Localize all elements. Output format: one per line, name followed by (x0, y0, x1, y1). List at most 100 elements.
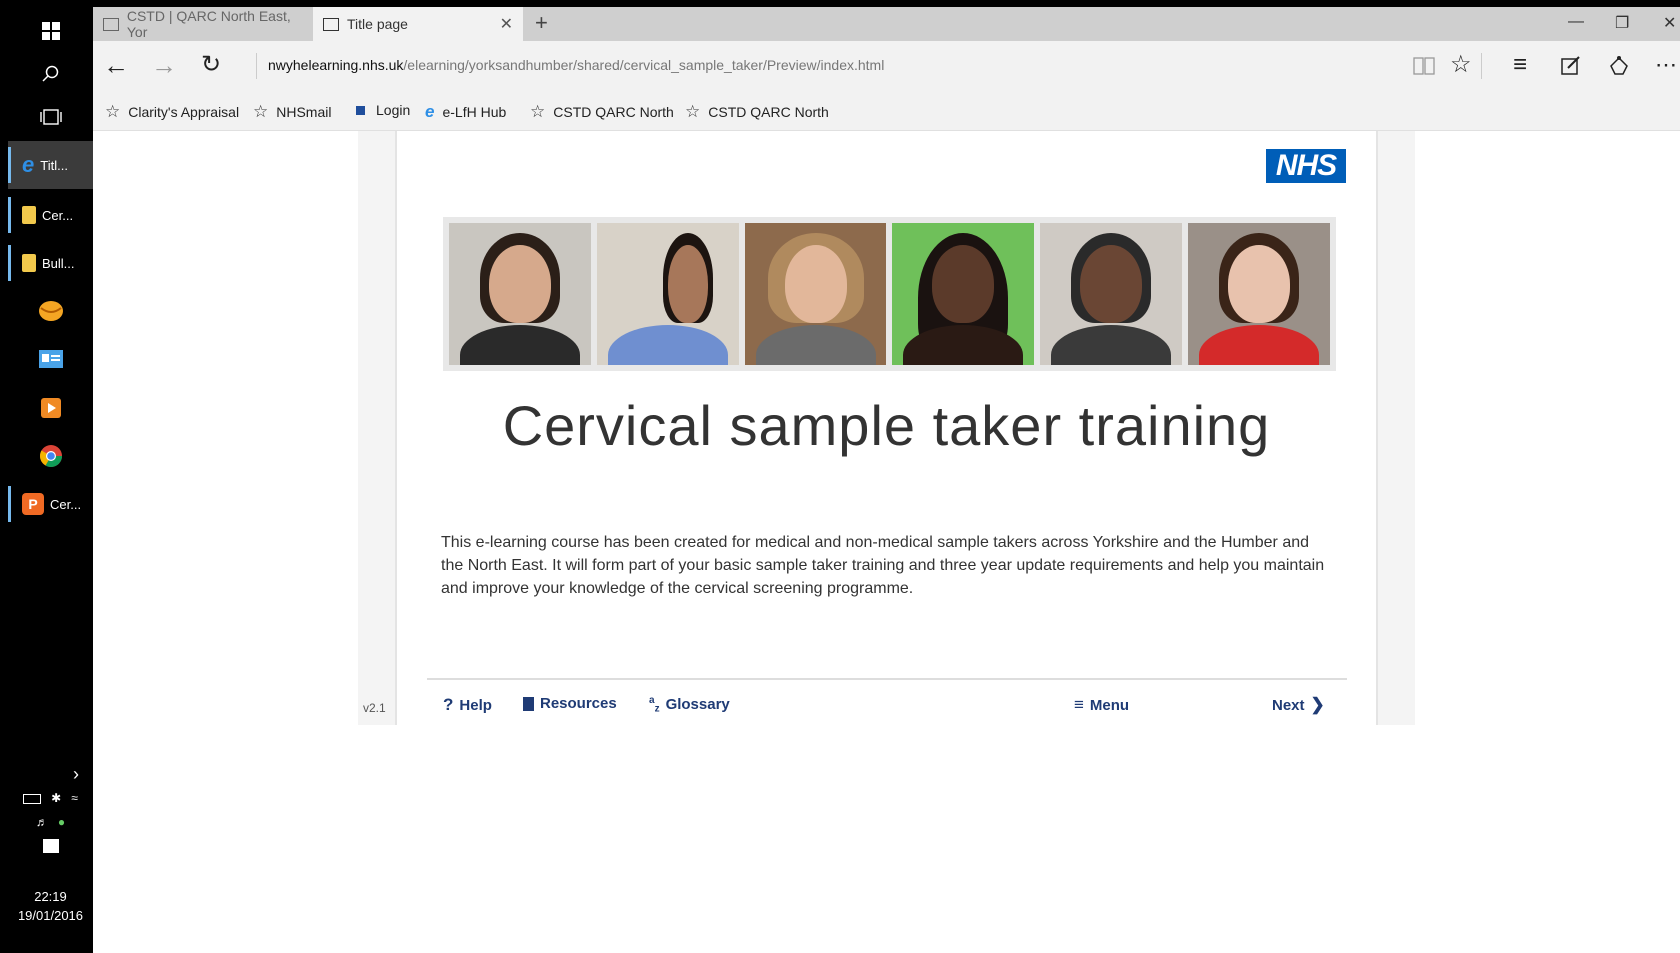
chevron-right-icon: ❯ (1310, 695, 1325, 714)
favorite-label: e-LfH Hub (442, 104, 507, 120)
course-page: NHS Cervical sample taker training This … (363, 131, 1378, 725)
back-button[interactable]: ← (103, 51, 129, 79)
share-button[interactable] (1608, 53, 1630, 81)
reading-view-button[interactable] (1413, 53, 1435, 81)
photo-woman-6 (1188, 223, 1330, 365)
tray-row-1: ✱ ≈ (8, 791, 93, 805)
nhs-logo: NHS (1266, 149, 1346, 183)
close-window-button[interactable]: ✕ (1663, 13, 1676, 33)
new-tab-button[interactable]: + (535, 10, 548, 36)
photo-woman-5 (1040, 223, 1183, 365)
photo-woman-1 (449, 223, 591, 365)
favorite-label: CSTD QARC North (708, 104, 829, 120)
id-card-app-icon (38, 350, 63, 368)
tab-label: CSTD | QARC North East, Yor (126, 8, 291, 40)
footer-divider (427, 678, 1347, 680)
tray-expand[interactable]: › (8, 764, 93, 785)
favorite-item[interactable]: ☆ Clarity's Appraisal (105, 102, 239, 122)
favorite-item[interactable]: ☆ CSTD QARC North (530, 102, 674, 122)
screen-frame-left (0, 0, 8, 953)
taskbar-clock[interactable]: 22:19 19/01/2016 (8, 887, 93, 925)
divider (256, 53, 257, 79)
navigation-bar: ← → ↻ nwyhelearning.nhs.uk/elearning/yor… (93, 41, 1680, 91)
media-player-icon (40, 398, 61, 418)
more-button[interactable]: ⋯ (1655, 51, 1677, 79)
ellipsis-icon: ⋯ (1655, 52, 1677, 77)
search-button[interactable] (8, 50, 93, 98)
next-button[interactable]: Next ❯ (1272, 695, 1325, 715)
wifi-icon[interactable]: ≈ (71, 791, 78, 805)
divider (1481, 53, 1482, 79)
hub-button[interactable]: ≡ (1513, 51, 1527, 79)
windows-logo-icon (41, 22, 60, 40)
edge-icon: e (22, 152, 35, 177)
resources-label: Resources (540, 695, 617, 712)
address-bar[interactable]: nwyhelearning.nhs.uk/elearning/yorksandh… (268, 57, 884, 73)
browser-tab-strip: CSTD | QARC North East, Yor Title page ✕… (93, 7, 1680, 41)
favorite-item[interactable]: e e-LfH Hub (425, 102, 506, 122)
clock-time: 22:19 (34, 889, 67, 904)
favorite-button[interactable]: ☆ (1450, 51, 1472, 79)
taskbar: e Titl... Cer... Bull... P Cer... › ✱ ≈ … (8, 7, 93, 953)
taskbar-pinned-mail[interactable] (8, 287, 93, 335)
minimize-button[interactable]: — (1568, 13, 1584, 31)
glossary-button[interactable]: az Glossary (649, 695, 730, 714)
question-icon: ? (443, 695, 454, 714)
tab-cstd[interactable]: CSTD | QARC North East, Yor (93, 7, 313, 41)
menu-label: Menu (1089, 696, 1130, 714)
volume-icon[interactable]: ♬ (36, 815, 48, 829)
refresh-button[interactable]: ↻ (201, 51, 221, 79)
web-note-button[interactable] (1561, 53, 1581, 81)
favorite-item[interactable]: ☆ NHSmail (253, 102, 331, 122)
hamburger-icon: ≡ (1074, 695, 1084, 714)
forward-button[interactable]: → (151, 51, 177, 79)
taskbar-app-explorer-1[interactable]: Cer... (8, 191, 93, 239)
hub-icon: ≡ (1513, 51, 1528, 78)
taskbar-app-label: Titl... (40, 157, 68, 173)
document-icon (523, 696, 534, 711)
resources-button[interactable]: Resources (523, 695, 617, 712)
address-host: nwyhelearning.nhs.uk (268, 57, 404, 73)
glossary-label: Glossary (665, 696, 730, 714)
powerpoint-icon: P (22, 493, 44, 515)
help-label: Help (459, 696, 492, 714)
favorite-item[interactable]: Login (353, 102, 410, 118)
a-z-icon: az (649, 695, 660, 715)
network-status-icon[interactable]: ● (58, 815, 65, 829)
book-icon (1413, 57, 1435, 75)
action-center-icon[interactable] (42, 839, 59, 853)
star-icon: ☆ (530, 102, 546, 121)
star-icon: ☆ (685, 102, 701, 121)
star-icon: ☆ (1450, 51, 1472, 78)
task-view-button[interactable] (8, 93, 93, 141)
taskbar-app-edge[interactable]: e Titl... (8, 141, 93, 189)
star-icon: ☆ (105, 102, 121, 121)
start-button[interactable] (8, 7, 93, 55)
taskbar-pinned-app[interactable] (8, 335, 93, 383)
page-title: Cervical sample taker training (502, 394, 1271, 457)
favorite-label: CSTD QARC North (553, 104, 674, 120)
photo-woman-4 (892, 223, 1035, 365)
taskbar-app-explorer-2[interactable]: Bull... (8, 239, 93, 287)
taskbar-app-label: Cer... (42, 207, 74, 223)
screen-frame-top (0, 0, 1680, 7)
favorite-item[interactable]: ☆ CSTD QARC North (685, 102, 829, 122)
version-label: v2.1 (363, 701, 386, 715)
restore-button[interactable]: ❐ (1615, 13, 1629, 33)
chrome-icon (39, 445, 62, 467)
taskbar-app-powerpoint[interactable]: P Cer... (8, 480, 93, 528)
help-button[interactable]: ? Help (443, 695, 492, 715)
menu-button[interactable]: ≡ Menu (1074, 695, 1129, 715)
favorite-label: Login (376, 102, 411, 118)
battery-icon[interactable] (23, 794, 42, 804)
intro-paragraph: This e-learning course has been created … (441, 534, 1325, 597)
mail-app-icon (38, 301, 63, 321)
taskbar-pinned-media[interactable] (8, 384, 93, 432)
tab-label: Title page (347, 16, 408, 32)
tab-title-page[interactable]: Title page ✕ (313, 7, 523, 41)
bluetooth-icon[interactable]: ✱ (51, 791, 61, 805)
clock-date: 19/01/2016 (17, 908, 84, 923)
taskbar-pinned-chrome[interactable] (8, 432, 93, 480)
close-tab-icon[interactable]: ✕ (500, 14, 513, 34)
taskbar-app-label: Bull... (42, 255, 75, 271)
